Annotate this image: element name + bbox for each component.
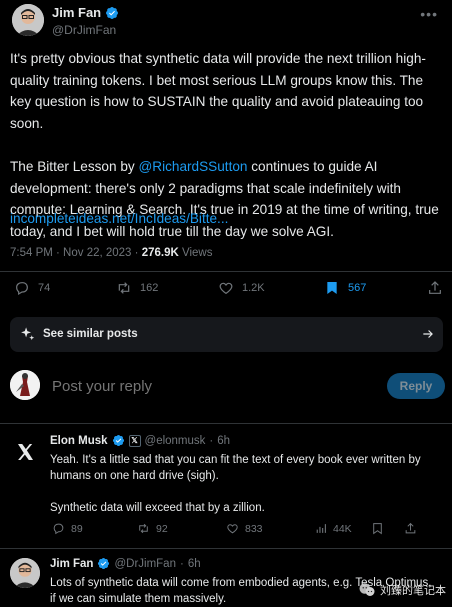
reply-author-handle[interactable]: @DrJimFan <box>114 558 176 570</box>
author-avatar[interactable] <box>12 4 44 36</box>
share-button[interactable] <box>427 280 443 296</box>
share-icon <box>405 522 416 534</box>
reply-header: Elon Musk 𝕏 @elonmusk · 6h <box>50 434 230 447</box>
tweet-paragraph: The Bitter Lesson by @RichardSSutton con… <box>10 156 442 242</box>
reply-author-name[interactable]: Jim Fan <box>50 558 93 570</box>
reply-body: Yeah. It's a little sad that you can fit… <box>50 452 440 532</box>
like-button[interactable]: 833 <box>226 522 263 535</box>
reply-action-bar: 89 92 833 44K <box>0 522 452 540</box>
reply-composer <box>0 366 452 410</box>
separator-dot: · <box>179 557 184 570</box>
reply-author-handle[interactable]: @elonmusk <box>145 435 206 447</box>
share-icon <box>429 281 441 294</box>
views-icon <box>316 524 326 533</box>
reply-submit-button[interactable]: Reply <box>387 373 445 399</box>
repost-button[interactable]: 162 <box>116 280 158 296</box>
external-link[interactable]: incompleteideas.net/IncIdeas/Bitte... <box>10 211 228 226</box>
sparkle-icon <box>21 327 35 341</box>
similar-posts-label: See similar posts <box>43 328 138 340</box>
repost-icon <box>118 282 130 294</box>
reply-time[interactable]: 6h <box>188 558 201 570</box>
reply-button[interactable]: 89 <box>52 522 83 535</box>
reply-icon <box>16 282 28 296</box>
reply-icon <box>53 523 64 535</box>
tweet-body: It's pretty obvious that synthetic data … <box>10 48 442 264</box>
current-user-avatar[interactable] <box>10 370 40 400</box>
repost-icon <box>139 523 148 534</box>
author-name[interactable]: Jim Fan <box>52 5 101 20</box>
arrow-right-icon <box>423 330 433 338</box>
divider <box>0 423 452 424</box>
like-count: 1.2K <box>242 282 265 294</box>
affiliate-badge-icon: 𝕏 <box>128 434 141 447</box>
reply-paragraph: Yeah. It's a little sad that you can fit… <box>50 454 421 482</box>
views-label: Views <box>178 247 213 259</box>
like-icon <box>219 282 233 295</box>
reply-paragraph: Synthetic data will exceed that by a zil… <box>50 502 265 514</box>
reply-author-name[interactable]: Elon Musk <box>50 435 108 447</box>
tweet-timestamp[interactable]: 7:54 PM · Nov 22, 2023 · <box>10 247 142 259</box>
reply-button[interactable]: 74 <box>14 280 50 296</box>
bookmark-button[interactable] <box>371 522 384 535</box>
views-count: 44K <box>333 522 352 535</box>
repost-count: 92 <box>156 522 168 535</box>
watermark-text: 刘臻的笔记本 <box>380 585 446 597</box>
verified-badge-icon <box>106 6 119 19</box>
like-count: 833 <box>245 522 263 535</box>
tweet-text-segment: The Bitter Lesson by <box>10 158 139 174</box>
divider <box>0 271 452 272</box>
reply-count: 74 <box>38 282 51 294</box>
like-icon <box>227 524 238 534</box>
mention-link[interactable]: @RichardSSutton <box>138 159 247 174</box>
action-bar: 74 162 1.2K 567 <box>0 280 452 306</box>
views-count: 276.9K <box>141 247 179 259</box>
watermark: 刘臻的笔记本 <box>358 581 446 599</box>
more-options-icon[interactable]: ••• <box>420 6 438 22</box>
author-handle[interactable]: @DrJimFan <box>52 23 116 37</box>
separator-dot: · <box>209 434 214 447</box>
like-button[interactable]: 1.2K <box>218 280 265 296</box>
views-button[interactable]: 44K <box>314 522 352 535</box>
repost-count: 162 <box>140 282 159 294</box>
reply-header: Jim Fan @DrJimFan · 6h <box>50 557 201 570</box>
reply-count: 89 <box>71 522 83 535</box>
repost-button[interactable]: 92 <box>137 522 168 535</box>
reply-time[interactable]: 6h <box>217 435 230 447</box>
divider <box>0 548 452 549</box>
reply-author-avatar[interactable] <box>10 558 40 588</box>
bookmark-icon <box>327 282 337 294</box>
tweet-meta: 7:54 PM · Nov 22, 2023 · 276.9K Views <box>10 247 212 259</box>
bookmark-count: 567 <box>348 282 367 294</box>
see-similar-posts-button[interactable]: See similar posts <box>10 317 443 352</box>
verified-badge-icon <box>112 434 124 447</box>
bookmark-icon <box>373 523 382 535</box>
tweet-paragraph: It's pretty obvious that synthetic data … <box>10 51 426 131</box>
bookmark-button[interactable]: 567 <box>324 280 366 296</box>
verified-badge-icon <box>98 557 110 570</box>
reply-input[interactable] <box>52 378 352 395</box>
share-button[interactable] <box>404 522 417 535</box>
x-logo-icon[interactable] <box>10 437 40 467</box>
wechat-logo-icon <box>359 583 375 596</box>
main-tweet-header: Jim Fan @DrJimFan ••• <box>12 4 442 44</box>
